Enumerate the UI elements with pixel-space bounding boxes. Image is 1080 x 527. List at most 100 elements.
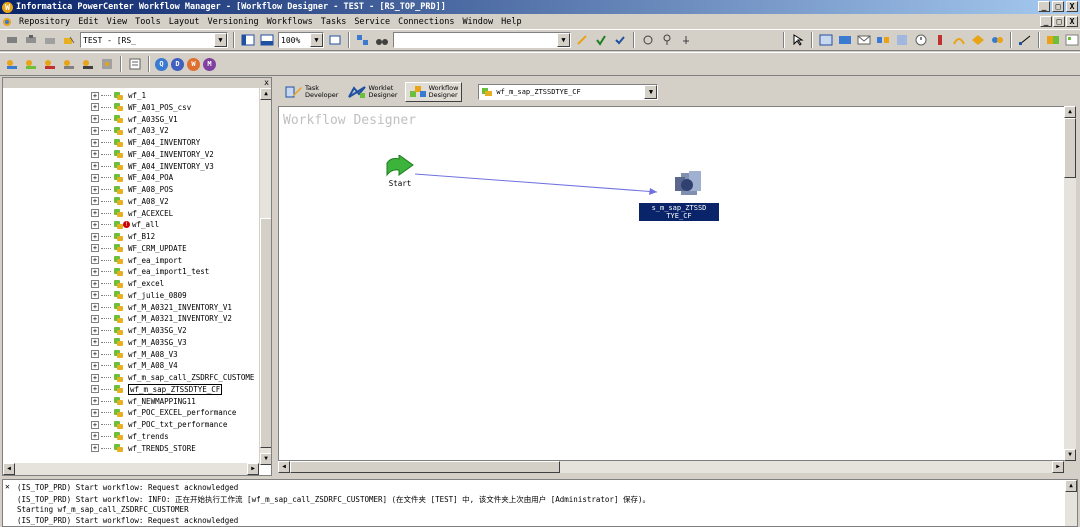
tree-item[interactable]: + WF_A04_INVENTORY_V2 [91,149,214,160]
tree-item[interactable]: + wf_M_A03SG_V2 [91,325,187,336]
expand-icon[interactable]: + [91,314,99,323]
tree-item[interactable]: + wf_M_A08_V4 [91,360,178,371]
tree-item[interactable]: + wf_NEWMAPPING11 [91,396,196,407]
canvas-horizontal-scrollbar[interactable]: ◀ ▶ [278,461,1064,473]
expand-icon[interactable]: + [91,303,99,311]
binoculars-icon[interactable] [374,32,390,48]
task-developer-small-icon[interactable] [4,56,20,72]
navigator-horizontal-scrollbar[interactable]: ◀ ▶ [3,463,259,475]
tree-item[interactable]: + wf_B12 [91,231,155,242]
tree-item[interactable]: + WF_A01_POS_csv [91,102,191,113]
menu-service[interactable]: Service [350,17,394,27]
tree-item[interactable]: + WF_CRM_UPDATE [91,243,187,254]
expand-icon[interactable]: + [91,126,99,135]
menu-versioning[interactable]: Versioning [203,17,262,27]
expand-icon[interactable]: + [91,197,99,206]
event-wait-icon[interactable] [951,32,967,48]
scrollbar-thumb[interactable] [260,218,271,448]
tree-item[interactable]: + wf_A03SG_V1 [91,114,178,125]
output-toggle-icon[interactable] [259,32,275,48]
undo-checkout-icon[interactable] [678,32,694,48]
properties-icon[interactable] [127,56,143,72]
scroll-left-icon[interactable]: ◀ [278,461,290,473]
pencil-icon[interactable] [574,32,590,48]
tree-item[interactable]: + wf_trends [91,431,169,442]
tree-item[interactable]: + wf_m_sap_call_ZSDRFC_CUSTOME [91,372,254,383]
zoom-fit-icon[interactable] [327,32,343,48]
zoom-combo[interactable]: 100% ▼ [278,32,324,48]
mdi-minimize-button[interactable]: _ [1040,16,1052,27]
workflow-small-icon[interactable] [42,56,58,72]
expand-icon[interactable]: + [91,291,99,300]
menu-window[interactable]: Window [458,17,497,27]
workflow-manager-icon[interactable]: W [187,57,200,71]
expand-icon[interactable]: + [91,173,99,182]
open-folder-icon[interactable] [42,32,58,48]
expand-icon[interactable]: + [91,350,99,358]
navigator-vertical-scrollbar[interactable]: ▲ ▼ [259,88,271,465]
expand-icon[interactable]: + [91,209,99,217]
scroll-right-icon[interactable]: ▶ [1052,461,1064,473]
timer-task-icon[interactable] [913,32,929,48]
search-combo[interactable]: ▼ [393,32,571,48]
scroll-up-icon[interactable]: ▲ [1064,106,1076,118]
expand-icon[interactable]: + [91,115,99,123]
scrollbar-thumb[interactable] [1064,118,1076,178]
workflow-monitor-icon[interactable]: M [203,57,216,71]
mdi-close-button[interactable]: X [1066,16,1078,27]
chevron-down-icon[interactable]: ▼ [310,33,323,47]
scroll-up-icon[interactable]: ▲ [260,88,271,100]
menu-tools[interactable]: Tools [131,17,165,27]
menu-connections[interactable]: Connections [394,17,458,27]
control-task-icon[interactable] [989,32,1005,48]
menu-workflows[interactable]: Workflows [263,17,317,27]
tree-item[interactable]: +! wf_all [91,219,159,230]
minimize-button[interactable]: _ [1038,1,1050,12]
expand-icon[interactable]: + [91,103,99,112]
assignment-task-icon[interactable] [894,32,910,48]
tree-item[interactable]: + wf_M_A0321_INVENTORY_V2 [91,313,232,324]
tree-item[interactable]: + WF_A08_POS [91,184,173,195]
worklet-icon[interactable] [1045,32,1061,48]
expand-icon[interactable]: + [91,232,99,241]
navigator-close-icon[interactable]: x [264,78,269,87]
output-close-icon[interactable]: ✕ [5,482,10,491]
link-task-icon[interactable] [875,32,891,48]
start-task[interactable]: Start [385,154,415,188]
tree-item[interactable]: + wf_1 [91,90,146,101]
tree-item[interactable]: + wf_julie_0809 [91,290,187,301]
expand-icon[interactable]: + [91,220,99,229]
tab-workflow-designer[interactable]: Workflow Designer [404,82,463,102]
expand-icon[interactable]: + [91,373,99,382]
pointer-icon[interactable] [790,32,806,48]
validate-icon[interactable] [593,32,609,48]
tree-item[interactable]: + wf_excel [91,278,164,289]
workflow-canvas[interactable]: Workflow Designer Start s_m_sap_ZTSSD TY… [278,106,1076,461]
expand-icon[interactable]: + [91,420,99,429]
tree-item[interactable]: + wf_M_A0321_INVENTORY_V1 [91,302,232,313]
link-tool-icon[interactable] [1017,32,1033,48]
tree-item[interactable]: + wf_M_A08_V3 [91,349,178,360]
disconnect-repository-icon[interactable] [23,32,39,48]
session-task-icon[interactable] [818,32,834,48]
tree-item[interactable]: + wf_POC_txt_performance [91,419,227,430]
worklet-small-icon[interactable] [23,56,39,72]
expand-icon[interactable]: + [91,444,99,452]
close-button[interactable]: X [1066,1,1078,12]
workflow-combo[interactable]: wf_m_sap_ZTSSDTYE_CF ▼ [478,84,659,100]
expand-icon[interactable]: + [91,385,99,394]
workflow-icon[interactable] [1064,32,1080,48]
tab-worklet-designer[interactable]: Worklet Designer [345,82,400,102]
tree-item[interactable]: + wf_M_A03SG_V3 [91,337,187,348]
expand-icon[interactable]: + [91,326,99,335]
menu-tasks[interactable]: Tasks [317,17,351,27]
server-icon[interactable] [99,56,115,72]
tree-item[interactable]: + wf_ea_import [91,255,182,266]
tab-task-developer[interactable]: Task Developer [282,82,341,102]
chevron-down-icon[interactable]: ▼ [214,33,227,47]
tree-item[interactable]: + wf_TRENDS_STORE [91,443,196,454]
canvas-vertical-scrollbar[interactable]: ▲ ▼ [1064,106,1076,461]
expand-icon[interactable]: + [91,408,99,417]
checkmark-icon[interactable] [612,32,628,48]
menu-repository[interactable]: Repository [15,17,74,27]
